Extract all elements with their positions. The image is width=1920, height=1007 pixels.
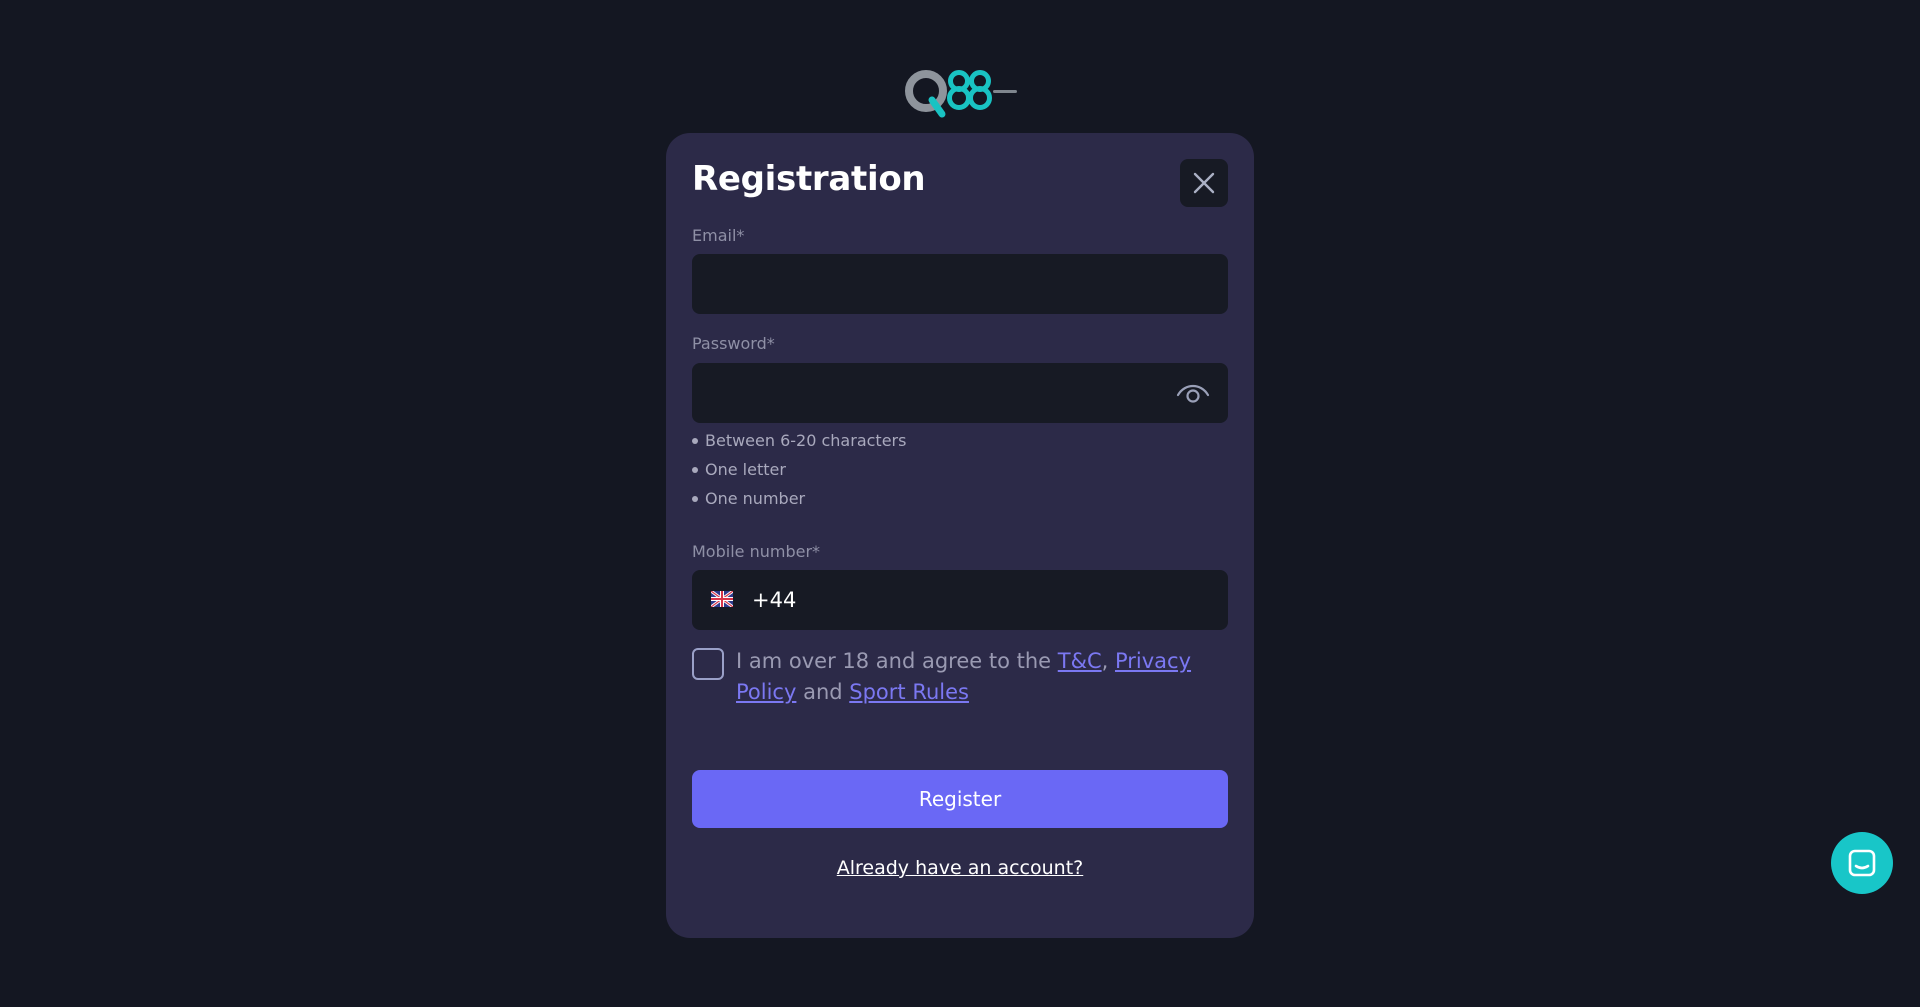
chat-button[interactable] (1831, 832, 1893, 894)
close-icon (1193, 172, 1215, 194)
age-agreement-checkbox[interactable] (692, 648, 724, 680)
dial-code: +44 (752, 588, 797, 612)
password-rule: Between 6-20 characters (692, 431, 906, 460)
agreement-text: I am over 18 and agree to the T&C, Priva… (736, 649, 1192, 704)
password-rule: One letter (692, 460, 906, 489)
email-label: Email* (692, 226, 745, 245)
register-button[interactable]: Register (692, 770, 1228, 828)
registration-modal: Registration Email* Password* Between 6-… (666, 133, 1348, 938)
password-field-box (692, 363, 1228, 423)
modal-title: Registration (692, 159, 926, 199)
mobile-number-field[interactable] (812, 570, 1348, 630)
email-field-box (692, 254, 1228, 314)
mobile-field-box: +44 (692, 570, 1348, 630)
sport-rules-link[interactable]: Sport Rules (849, 680, 969, 704)
password-rules: Between 6-20 characters One letter One n… (692, 431, 906, 518)
password-label: Password* (692, 334, 775, 353)
uk-flag-icon[interactable] (711, 591, 733, 607)
close-button[interactable] (1180, 159, 1228, 207)
email-field[interactable] (692, 254, 1228, 314)
tc-link[interactable]: T&C (1058, 649, 1102, 673)
eye-icon[interactable] (1176, 379, 1210, 407)
password-rule: One number (692, 489, 906, 518)
page: Registration Email* Password* Between 6-… (0, 0, 1920, 1007)
mobile-label: Mobile number* (692, 542, 821, 561)
q88-logo-icon (904, 66, 1020, 122)
login-link[interactable]: Already have an account? (666, 857, 1254, 879)
password-field[interactable] (692, 363, 1228, 423)
chat-icon (1848, 849, 1876, 877)
